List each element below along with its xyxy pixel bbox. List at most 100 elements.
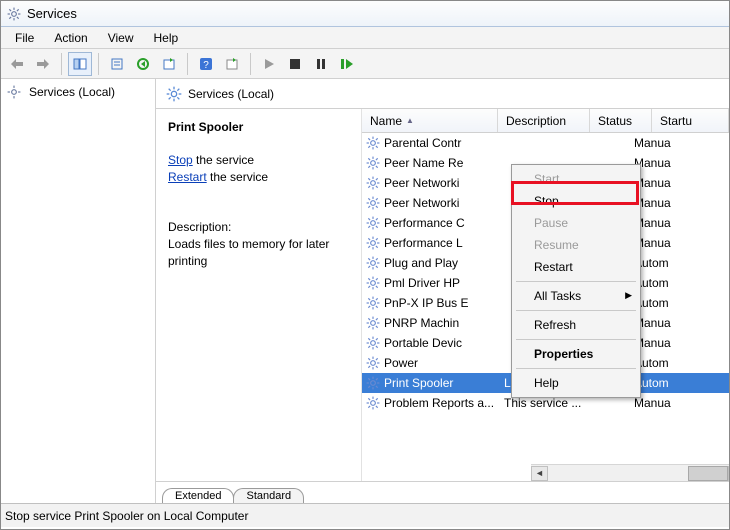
gear-icon (366, 316, 380, 330)
scroll-thumb[interactable] (688, 466, 728, 481)
service-row[interactable]: Parental Contr Manua (362, 133, 729, 153)
title-bar: Services (1, 1, 729, 27)
row-name: Portable Devic (384, 336, 504, 350)
content-heading: Services (Local) (188, 87, 274, 101)
column-name[interactable]: Name▲ (362, 109, 498, 132)
menu-file[interactable]: File (5, 29, 44, 47)
row-name: Peer Networki (384, 176, 504, 190)
gear-icon (366, 336, 380, 350)
stop-service-button[interactable] (283, 52, 307, 76)
horizontal-scrollbar[interactable]: ◄ ► (531, 464, 729, 481)
column-startup[interactable]: Startu (652, 109, 729, 132)
ctx-help[interactable]: Help (514, 372, 638, 394)
row-startup: Manua (634, 176, 684, 190)
gear-icon (366, 396, 380, 410)
context-menu: Start Stop Pause Resume Restart All Task… (511, 164, 641, 398)
column-status[interactable]: Status (590, 109, 652, 132)
selected-service-name: Print Spooler (168, 119, 349, 136)
gear-icon (366, 236, 380, 250)
column-description[interactable]: Description (498, 109, 590, 132)
gear-icon (366, 276, 380, 290)
tab-extended[interactable]: Extended (162, 488, 234, 503)
row-startup: Autom (634, 376, 684, 390)
ctx-properties[interactable]: Properties (514, 343, 638, 365)
row-startup: Autom (634, 256, 684, 270)
toolbar-separator (98, 53, 99, 75)
restart-service-suffix: the service (207, 170, 268, 184)
show-hide-tree-button[interactable] (68, 52, 92, 76)
row-name: Problem Reports a... (384, 396, 504, 410)
gear-icon (366, 196, 380, 210)
row-name: Peer Name Re (384, 156, 504, 170)
tab-standard[interactable]: Standard (233, 488, 304, 503)
toolbar: ? (1, 49, 729, 79)
description-label: Description: (168, 219, 349, 236)
scroll-track[interactable] (548, 466, 712, 481)
description-text: Loads files to memory for later printing (168, 236, 349, 270)
gear-icon (7, 85, 21, 99)
restart-service-link[interactable]: Restart (168, 170, 207, 184)
stop-service-link[interactable]: Stop (168, 153, 193, 167)
help-button[interactable]: ? (194, 52, 218, 76)
window-title: Services (27, 6, 77, 21)
forward-button[interactable] (31, 52, 55, 76)
detail-pane: Print Spooler Stop the service Restart t… (156, 109, 361, 481)
row-name: PnP-X IP Bus E (384, 296, 504, 310)
row-startup: Manua (634, 336, 684, 350)
content-header: Services (Local) (156, 79, 729, 109)
toolbar-separator (61, 53, 62, 75)
row-startup: Autom (634, 356, 684, 370)
row-startup: Manua (634, 396, 684, 410)
ctx-restart[interactable]: Restart (514, 256, 638, 278)
gear-icon (366, 176, 380, 190)
scroll-left-button[interactable]: ◄ (531, 466, 548, 481)
gear-icon (366, 296, 380, 310)
status-bar: Stop service Print Spooler on Local Comp… (1, 503, 729, 527)
action-menu-button[interactable] (220, 52, 244, 76)
row-name: Power (384, 356, 504, 370)
menu-help[interactable]: Help (144, 29, 189, 47)
view-tabs: Extended Standard (156, 481, 729, 503)
row-startup: Manua (634, 236, 684, 250)
restart-service-button[interactable] (335, 52, 359, 76)
row-name: Performance C (384, 216, 504, 230)
gear-icon (166, 86, 182, 102)
ctx-divider (516, 339, 636, 340)
gear-icon (366, 136, 380, 150)
row-name: PNRP Machin (384, 316, 504, 330)
ctx-divider (516, 281, 636, 282)
pause-service-button[interactable] (309, 52, 333, 76)
submenu-arrow-icon: ▶ (625, 290, 632, 301)
ctx-divider (516, 368, 636, 369)
row-name: Performance L (384, 236, 504, 250)
row-name: Parental Contr (384, 136, 504, 150)
ctx-refresh[interactable]: Refresh (514, 314, 638, 336)
menu-view[interactable]: View (98, 29, 144, 47)
row-name: Peer Networki (384, 196, 504, 210)
gear-icon (366, 376, 380, 390)
refresh-button[interactable] (157, 52, 181, 76)
ctx-stop[interactable]: Stop (514, 190, 638, 212)
ctx-all-tasks[interactable]: All Tasks▶ (514, 285, 638, 307)
sort-indicator-icon: ▲ (406, 116, 414, 125)
ctx-divider (516, 310, 636, 311)
properties-button[interactable] (105, 52, 129, 76)
ctx-start: Start (514, 168, 638, 190)
menu-action[interactable]: Action (44, 29, 97, 47)
ctx-pause: Pause (514, 212, 638, 234)
svg-text:?: ? (203, 60, 209, 71)
row-startup: Manua (634, 196, 684, 210)
start-service-button[interactable] (257, 52, 281, 76)
status-text: Stop service Print Spooler on Local Comp… (5, 509, 248, 523)
menu-bar: File Action View Help (1, 27, 729, 49)
back-button[interactable] (5, 52, 29, 76)
row-startup: Autom (634, 296, 684, 310)
export-button[interactable] (131, 52, 155, 76)
row-startup: Manua (634, 136, 684, 150)
nav-services-local[interactable]: Services (Local) (3, 83, 153, 101)
navigation-tree: Services (Local) (1, 79, 156, 503)
row-startup: Manua (634, 216, 684, 230)
row-startup: Manua (634, 156, 684, 170)
gear-icon (366, 256, 380, 270)
row-name: Print Spooler (384, 376, 504, 390)
